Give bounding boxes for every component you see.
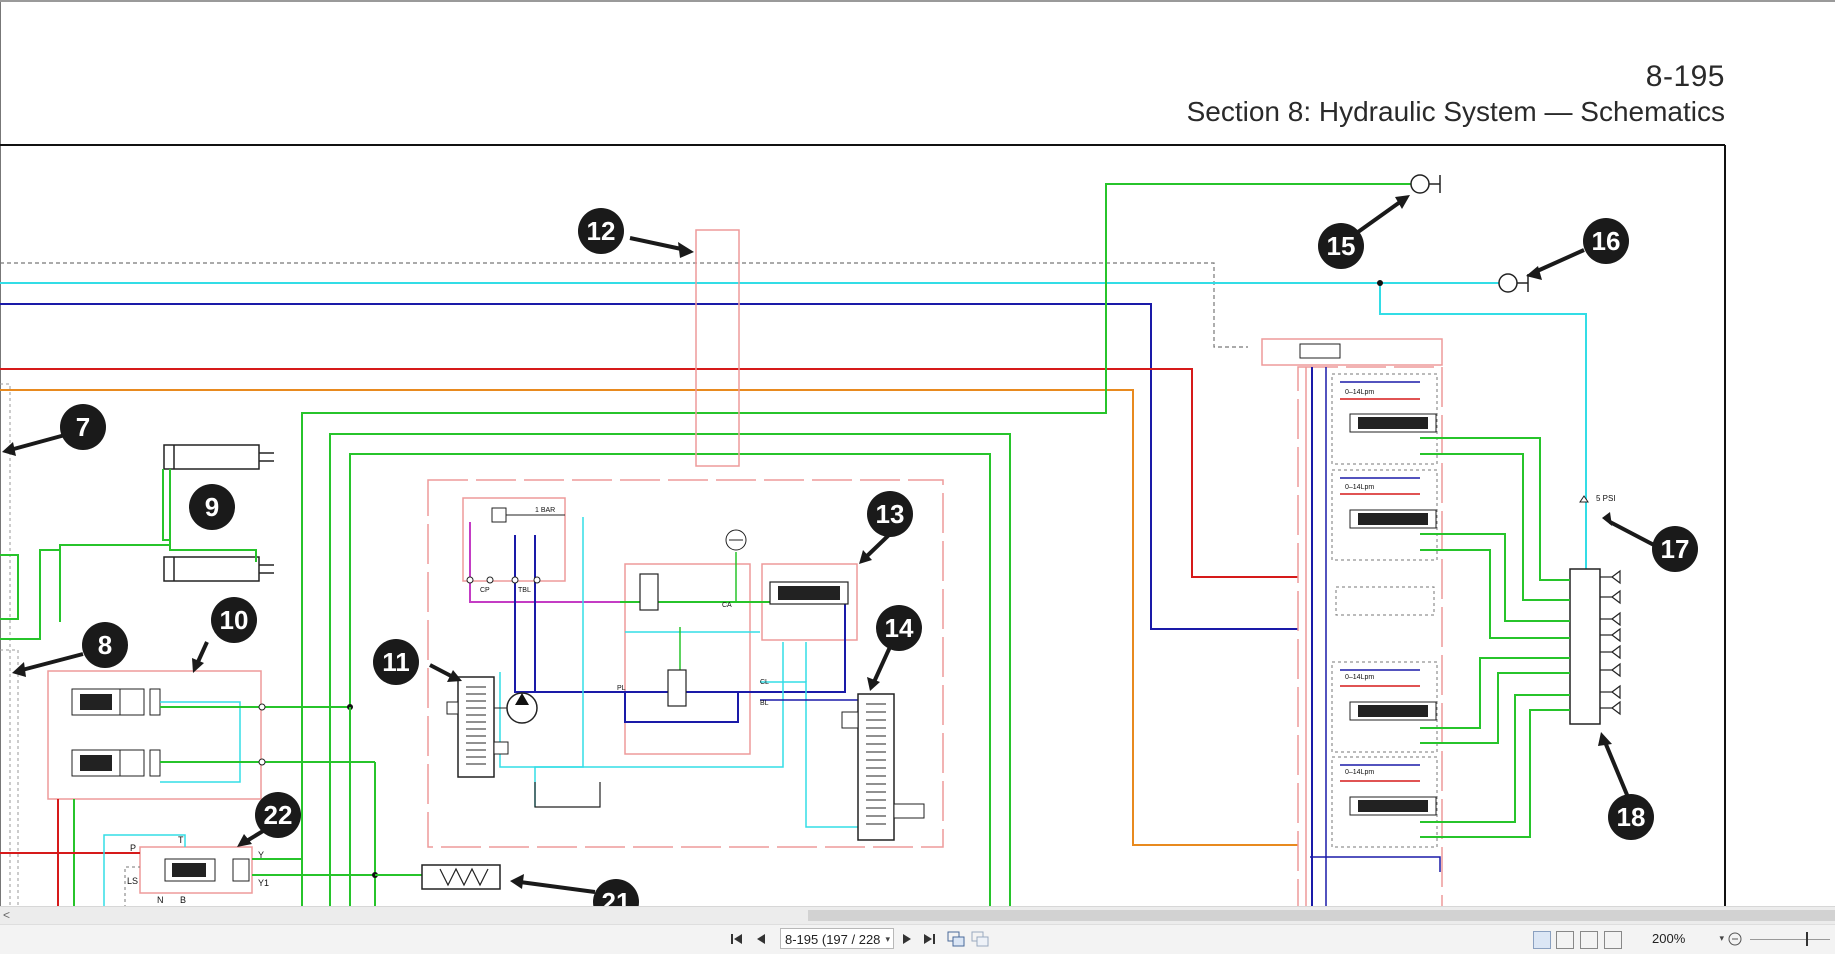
valve-stack-outline	[1297, 366, 1443, 908]
svg-text:17: 17	[1661, 534, 1690, 564]
callout-arrowheads	[2, 195, 1612, 889]
scroll-left-button[interactable]: <	[3, 908, 10, 922]
zoom-slider-handle[interactable]	[1806, 932, 1808, 946]
callout-16: 16	[1583, 218, 1629, 264]
chevron-down-icon[interactable]: ▾	[885, 929, 890, 950]
cylinder-upper	[163, 444, 274, 470]
viewer-toolbar: 8-195 (197 / 228 ▾ 200% ▾	[0, 924, 1835, 954]
prev-page-icon[interactable]	[752, 929, 770, 949]
cylinder-lower	[163, 556, 274, 582]
callout-11: 11	[373, 639, 419, 685]
document-page: 8-195 Section 8: Hydraulic System — Sche…	[0, 0, 1835, 908]
svg-text:15: 15	[1327, 231, 1356, 261]
zoom-slider[interactable]	[1750, 939, 1830, 940]
page-number-field-value: 8-195 (197 / 228	[785, 932, 881, 947]
callout-14: 14	[876, 605, 922, 651]
hydrostatic-motor-14	[857, 693, 895, 841]
svg-text:0–14Lpm: 0–14Lpm	[1345, 484, 1374, 491]
left-dashed-frame	[0, 383, 11, 908]
left-dashed-frame-2	[0, 649, 19, 908]
label-5-psi: 5 PSI	[1596, 494, 1616, 503]
label-pl: PL	[617, 685, 626, 692]
valve-section-2: 0–14Lpm	[1331, 469, 1438, 561]
svg-text:7: 7	[76, 412, 90, 442]
svg-text:16: 16	[1592, 226, 1621, 256]
svg-text:10: 10	[220, 605, 249, 635]
callout-7: 7	[60, 404, 106, 450]
svg-text:0–14Lpm: 0–14Lpm	[1345, 769, 1374, 776]
orange-line-top	[0, 389, 1298, 846]
previous-view-icon[interactable]	[946, 929, 966, 949]
coupler-15	[1410, 174, 1430, 194]
scroll-mode-icon[interactable]	[1604, 931, 1622, 949]
label-cl: CL	[760, 679, 769, 686]
label-port-n: N	[157, 895, 164, 905]
label-port-t: T	[178, 835, 184, 845]
valve-section-3: 0–14Lpm	[1331, 661, 1438, 753]
svg-text:9: 9	[205, 492, 219, 522]
quick-couplers-right	[1611, 569, 1621, 716]
svg-text:0–14Lpm: 0–14Lpm	[1345, 674, 1374, 681]
svg-text:12: 12	[587, 216, 616, 246]
label-ca: CA	[722, 602, 732, 609]
callout-21: 21	[593, 879, 639, 908]
label-port-y: Y	[258, 850, 264, 860]
facing-view-icon[interactable]	[1580, 931, 1598, 949]
callout-arrows	[9, 200, 1655, 894]
valve-stack-inlet	[1261, 338, 1443, 366]
label-port-p: P	[130, 843, 136, 853]
scrollbar-thumb[interactable]	[808, 910, 1835, 921]
zoom-value: 200%	[1652, 931, 1686, 946]
callout-18: 18	[1608, 794, 1654, 840]
callout-9: 9	[189, 484, 235, 530]
manifold-18	[1569, 568, 1601, 725]
red-line-top	[0, 368, 1298, 578]
valve-section-4: 0–14Lpm	[1331, 756, 1438, 848]
single-page-view-icon[interactable]	[1533, 931, 1551, 949]
cyan-line-top	[0, 282, 1587, 582]
horizontal-scrollbar[interactable]: <	[0, 906, 1835, 924]
svg-text:8: 8	[98, 630, 112, 660]
valve-section-1: 0–14Lpm	[1331, 373, 1438, 465]
first-page-icon[interactable]	[728, 929, 746, 949]
svg-text:11: 11	[382, 647, 410, 677]
zoom-out-icon[interactable]	[1727, 929, 1743, 949]
spring-accumulator-21	[421, 864, 501, 890]
label-port-ls: LS	[127, 876, 138, 886]
label-port-y1: Y1	[258, 878, 269, 888]
last-page-icon[interactable]	[920, 929, 938, 949]
zoom-field[interactable]: 200% ▾	[1652, 928, 1724, 949]
next-view-icon[interactable]	[970, 929, 990, 949]
callout-22: 22	[255, 792, 301, 838]
callout-12: 12	[578, 208, 624, 254]
label-bl: BL	[760, 700, 769, 707]
callout-17: 17	[1652, 526, 1698, 572]
junction-dot	[1377, 280, 1383, 286]
valve-stack-mid	[1335, 586, 1435, 616]
pilot-valve	[639, 573, 659, 611]
priority-valve	[667, 669, 687, 707]
svg-text:21: 21	[602, 887, 631, 908]
svg-text:13: 13	[876, 499, 905, 529]
component-12-outline	[695, 229, 740, 467]
label-port-b: B	[180, 895, 186, 905]
coupler-16	[1498, 273, 1518, 293]
callout-8: 8	[82, 622, 128, 668]
continuous-view-icon[interactable]	[1556, 931, 1574, 949]
svg-text:22: 22	[264, 800, 293, 830]
label-bar: 1 BAR	[535, 507, 555, 514]
svg-text:18: 18	[1617, 802, 1646, 832]
chevron-down-icon[interactable]: ▾	[1719, 928, 1724, 949]
label-tbl: TBL	[518, 587, 531, 594]
next-page-icon[interactable]	[898, 929, 916, 949]
svg-text:0–14Lpm: 0–14Lpm	[1345, 389, 1374, 396]
callout-13: 13	[867, 491, 913, 537]
callout-15: 15	[1318, 223, 1364, 269]
hydraulic-schematic: P T Y Y1 LS N B 1 BAR CP TBL PL BL CL CA…	[0, 144, 1726, 908]
page-number-field[interactable]: 8-195 (197 / 228 ▾	[780, 928, 894, 949]
svg-text:14: 14	[885, 613, 914, 643]
callout-10: 10	[211, 597, 257, 643]
hydraulic-pump-11	[457, 676, 495, 778]
label-cp: CP	[480, 587, 490, 594]
